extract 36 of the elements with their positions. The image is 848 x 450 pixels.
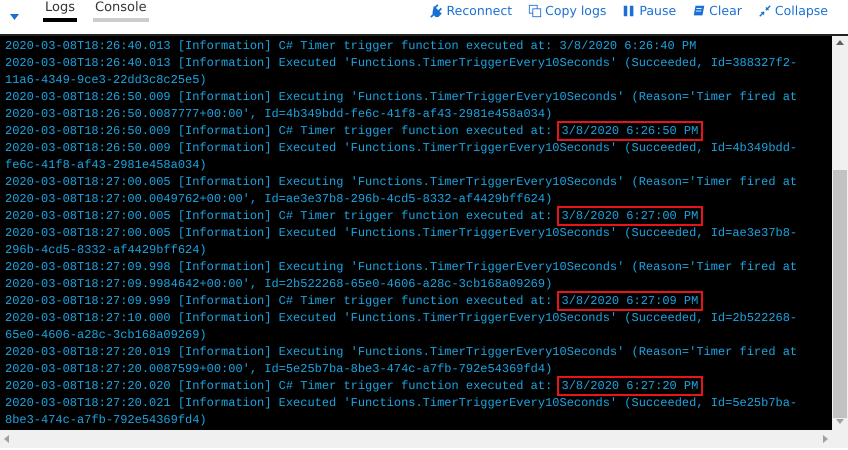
log-line: 2020-03-08T18:27:00.005 [Information] C# Timer trigger function executed at: 3/8/2020 6:27:00 PM bbox=[5, 208, 798, 225]
pause-icon bbox=[622, 4, 636, 18]
highlighted-timestamp: 3/8/2020 6:27:00 PM bbox=[560, 209, 700, 223]
plug-button[interactable]: Reconnect bbox=[430, 2, 512, 20]
log-line: 2020-03-08T18:27:09.999 [Information] C# Timer trigger function executed at: 3/8/2020 6:27:09 PM bbox=[5, 293, 798, 310]
caret-down-icon[interactable] bbox=[10, 14, 19, 20]
log-line: 2020-03-08T18:27:20.021 [Information] Executed 'Functions.TimerTriggerEvery10Seconds' (Succeeded, Id=5e25b7ba-8be3-474c-a7fb-792e54369fd4) bbox=[5, 395, 798, 429]
log-line: 2020-03-08T18:26:50.009 [Information] C# Timer trigger function executed at: 3/8/2020 6:26:50 PM bbox=[5, 123, 798, 140]
log-line: 2020-03-08T18:26:50.009 [Information] Executed 'Functions.TimerTriggerEvery10Seconds' (Succeeded, Id=4b349bdd-fe6c-41f8-af43-2981e458a034) bbox=[5, 140, 798, 174]
tab[interactable]: Console bbox=[93, 0, 149, 22]
highlighted-timestamp: 3/8/2020 6:26:50 PM bbox=[560, 124, 700, 138]
scroll-left-icon[interactable] bbox=[4, 435, 9, 443]
log-line: 2020-03-08T18:26:40.013 [Information] Executed 'Functions.TimerTriggerEvery10Seconds' (Succeeded, Id=388327f2-11a6-4349-9ce3-22dd3c8c25e5) bbox=[5, 55, 798, 89]
highlighted-timestamp: 3/8/2020 6:27:20 PM bbox=[560, 379, 700, 393]
collapse-icon bbox=[758, 4, 772, 18]
tab[interactable]: Logs bbox=[43, 0, 77, 22]
log-line: 2020-03-08T18:27:10.000 [Information] Executed 'Functions.TimerTriggerEvery10Seconds' (Succeeded, Id=2b522268-65e0-4606-a28c-3cb168a09269) bbox=[5, 310, 798, 344]
eraser-button[interactable]: Clear bbox=[692, 2, 742, 20]
plug-icon bbox=[430, 4, 444, 18]
highlighted-timestamp: 3/8/2020 6:27:09 PM bbox=[560, 294, 700, 308]
log-line: 2020-03-08T18:26:50.009 [Information] Executing 'Functions.TimerTriggerEvery10Seconds' (Reason='Timer fired at 2020-03-08T18:26:50.0087777+00:00', Id=4b349bdd-fe6c-41f8-af43-2981e458a034) bbox=[5, 89, 798, 123]
copy-button[interactable]: Copy logs bbox=[528, 2, 606, 20]
log-line: 2020-03-08T18:27:00.005 [Information] Executing 'Functions.TimerTriggerEvery10Seconds' (Reason='Timer fired at 2020-03-08T18:27:00.0049762+00:00', Id=ae3e37b8-296b-4cd5-8332-af4429bff624) bbox=[5, 174, 798, 208]
vertical-scrollbar[interactable] bbox=[832, 36, 848, 448]
scroll-up-icon[interactable] bbox=[836, 40, 844, 45]
copy-icon bbox=[528, 4, 542, 18]
log-line: 2020-03-08T18:27:09.998 [Information] Executing 'Functions.TimerTriggerEvery10Seconds' (Reason='Timer fired at 2020-03-08T18:27:09.9984642+00:00', Id=2b522268-65e0-4606-a28c-3cb168a09269) bbox=[5, 259, 798, 293]
log-line: 2020-03-08T18:27:00.005 [Information] Executed 'Functions.TimerTriggerEvery10Seconds' (Succeeded, Id=ae3e37b8-296b-4cd5-8332-af4429bff624) bbox=[5, 225, 798, 259]
scrollbar-thumb[interactable] bbox=[833, 170, 847, 418]
scroll-right-icon[interactable] bbox=[823, 435, 828, 443]
log-line: 2020-03-08T18:27:20.020 [Information] C# Timer trigger function executed at: 3/8/2020 6:27:20 PM bbox=[5, 378, 798, 395]
collapse-button[interactable]: Collapse bbox=[758, 2, 828, 20]
pause-button[interactable]: Pause bbox=[622, 2, 676, 20]
horizontal-scrollbar[interactable] bbox=[0, 430, 832, 448]
log-line: 2020-03-08T18:26:40.013 [Information] C# Timer trigger function executed at: 3/8/2020 6:26:40 PM bbox=[5, 38, 698, 55]
log-line: 2020-03-08T18:27:20.019 [Information] Executing 'Functions.TimerTriggerEvery10Seconds' (Reason='Timer fired at 2020-03-08T18:27:20.0087599+00:00', Id=5e25b7ba-8be3-474c-a7fb-792e54369fd4) bbox=[5, 344, 798, 378]
